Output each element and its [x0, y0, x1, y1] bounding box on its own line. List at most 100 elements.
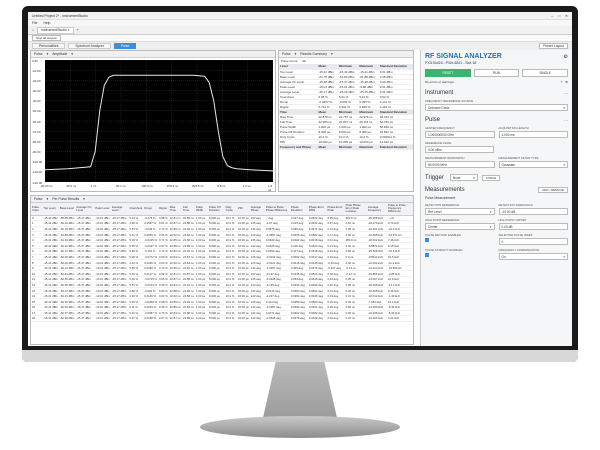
column-header[interactable]: Base Level	[58, 203, 76, 216]
chevron-down-icon: ▾	[294, 52, 297, 56]
table-cell: -25.17 dBm	[110, 265, 129, 272]
pulse-stab-label: PULSE STABILITY ENABLED	[425, 248, 463, 252]
table-cell: -0.0415 %	[143, 237, 159, 244]
stats-row: Average Level -25.17 dBm -25.19 dBm -25.15 …	[279, 89, 413, 95]
gear-icon[interactable]: ⚙	[564, 54, 568, 60]
tab-personalities[interactable]: Personalities	[32, 43, 66, 49]
column-header[interactable]: Phase Error RMS	[307, 203, 327, 216]
column-header[interactable]: Pulse to Pulse Frequency Difference	[386, 203, 413, 216]
high-point-select[interactable]: Center ▾	[425, 223, 495, 230]
ref-level-input[interactable]: 0.00 dBm	[425, 146, 494, 153]
table-cell: 0.69 %	[158, 282, 169, 289]
force-trigger-button[interactable]: FORCE	[481, 174, 501, 181]
table-cell: 0.65 %	[158, 276, 169, 283]
table-cell: -0.0772 %	[143, 254, 159, 261]
column-header[interactable]: Overshoot	[128, 203, 144, 216]
meas-filter-select[interactable]: Gaussian ▾	[498, 161, 568, 168]
det-ref-select[interactable]: Ref Level ▾	[425, 208, 495, 215]
meas-bw-input[interactable]: 80.0000 MHz	[425, 161, 495, 168]
column-header[interactable]: Peak Level	[94, 203, 111, 216]
x-tick-label: 1.9 us	[268, 184, 273, 192]
ref-source-select[interactable]: Onboard Clock ▾	[425, 104, 568, 111]
column-header[interactable]: Phase Deviation	[289, 203, 308, 216]
column-header[interactable]: Pulse Width	[194, 203, 209, 216]
table-cell: 22.88 ns	[182, 310, 195, 317]
center-freq-input[interactable]: 1.000000000 GHz	[425, 131, 495, 138]
monitor-stand-neck	[262, 362, 338, 422]
menu-help[interactable]: Help	[43, 21, 50, 25]
results-view-select[interactable]: Per Pulse Results	[52, 197, 79, 201]
instrument-section-heading[interactable]: Instrument ···	[425, 90, 568, 96]
table-cell: -25.17 dBm	[110, 287, 129, 294]
chart-measure-select[interactable]: Amplitude	[52, 52, 67, 56]
menu-file[interactable]: File	[32, 21, 37, 25]
single-button[interactable]: SINGLE	[522, 69, 569, 77]
table-cell: 0.70 %	[158, 310, 169, 317]
table-cell: 0.0127 %	[143, 270, 159, 277]
maximize-button[interactable]: □	[558, 14, 560, 18]
chart-trace-select[interactable]: Pulse	[34, 52, 42, 56]
table-row[interactable]: 18 -15.41 dBm -62.48 dBm -15.47 dBm -10.01 d…	[31, 315, 413, 322]
more-icon[interactable]: ···	[564, 118, 568, 123]
table-cell: 10.00 µs	[236, 215, 250, 222]
stop-all-outputs-button[interactable]: Stop all outputs	[32, 35, 61, 41]
add-remove-button[interactable]: ADD / REMOVE	[538, 187, 568, 193]
preset-layout-button[interactable]: Preset Layout	[539, 43, 568, 49]
minimize-button[interactable]: –	[551, 14, 553, 18]
table-cell: -62.21 dBm	[58, 293, 76, 300]
column-header[interactable]: Ripple	[158, 203, 169, 216]
table-cell: 10.00 µs	[236, 293, 250, 300]
column-header[interactable]: Average Level	[110, 203, 129, 216]
pulse-method-checkbox[interactable]	[425, 238, 429, 242]
x-tick-label: -90.00 ns	[40, 184, 53, 188]
home-icon[interactable]: ⌂	[32, 28, 34, 32]
table-cell: -62.12 dBm	[58, 265, 76, 272]
column-header[interactable]: Peak Phase Error Peak Location	[344, 203, 367, 216]
column-header[interactable]: Phase Error Peak	[326, 203, 345, 216]
column-header[interactable]: Duty Cycle	[224, 203, 237, 216]
freq-comp-select[interactable]: On ▾	[498, 253, 568, 260]
column-header[interactable]: Pulse to Pulse Phase Difference	[264, 203, 290, 216]
acq-length-input[interactable]: 1.000 ms	[498, 131, 568, 138]
column-header[interactable]: PRI	[236, 203, 250, 216]
close-button[interactable]: ✕	[565, 14, 568, 18]
close-tab-icon[interactable]: ×	[67, 28, 70, 32]
stats-trace-select[interactable]: Pulse	[282, 52, 290, 56]
det-thresh-input[interactable]: -20.00 dB	[498, 208, 568, 215]
column-header[interactable]: Pulse Index	[31, 203, 43, 216]
settings-icon[interactable]: ⚙	[565, 80, 568, 84]
table-cell: 0.71 %	[158, 237, 169, 244]
column-header[interactable]: Droop	[143, 203, 159, 216]
stats-view-select[interactable]: Results Summary	[300, 52, 327, 56]
selected-pulse-input[interactable]: 0	[498, 238, 568, 245]
table-cell: 0.0326 %	[143, 259, 159, 266]
results-trace-select[interactable]: Pulse	[34, 197, 42, 201]
pulse-amplitude-plot[interactable]	[45, 60, 273, 182]
high-point-value: Center	[428, 224, 438, 229]
trigger-mode-select[interactable]: None ▾	[449, 174, 478, 181]
column-header[interactable]: Average Phase	[249, 203, 265, 216]
project-tab[interactable]: InstrumentStudio ×	[37, 26, 74, 34]
add-tab-icon[interactable]: +	[77, 28, 79, 32]
column-header[interactable]: Rise Time	[168, 203, 183, 216]
run-button[interactable]: RUN	[473, 69, 520, 77]
high-point-offset-input[interactable]: 0.00 dB	[498, 223, 568, 230]
column-header[interactable]: Top Level	[42, 203, 59, 216]
table-cell: -19.224 kHz	[366, 315, 387, 322]
y-tick-label: -70.00	[32, 129, 41, 134]
table-cell: -15.41 dBm	[42, 287, 59, 294]
column-header[interactable]: Fall Time	[182, 203, 195, 216]
help-icon[interactable]: ?	[561, 80, 563, 84]
column-header[interactable]: Pulse Off Duration	[208, 203, 225, 216]
pulse-stability-checkbox[interactable]	[425, 253, 429, 257]
table-cell: 10.00 µs	[236, 226, 250, 233]
column-header[interactable]: Average On Level	[75, 203, 95, 216]
table-cell: -10.01 dBm	[94, 259, 111, 266]
table-cell: -10.01 dBm	[94, 220, 111, 227]
column-header[interactable]: Average Frequency	[366, 203, 387, 216]
reset-button[interactable]: RESET	[425, 69, 471, 77]
tab-spectrum-analyzer[interactable]: Spectrum Analyzer	[68, 43, 111, 49]
table-cell: -62.07 dBm	[58, 287, 76, 294]
more-icon[interactable]: ···	[564, 91, 568, 96]
tab-pulse[interactable]: Pulse	[113, 43, 137, 49]
